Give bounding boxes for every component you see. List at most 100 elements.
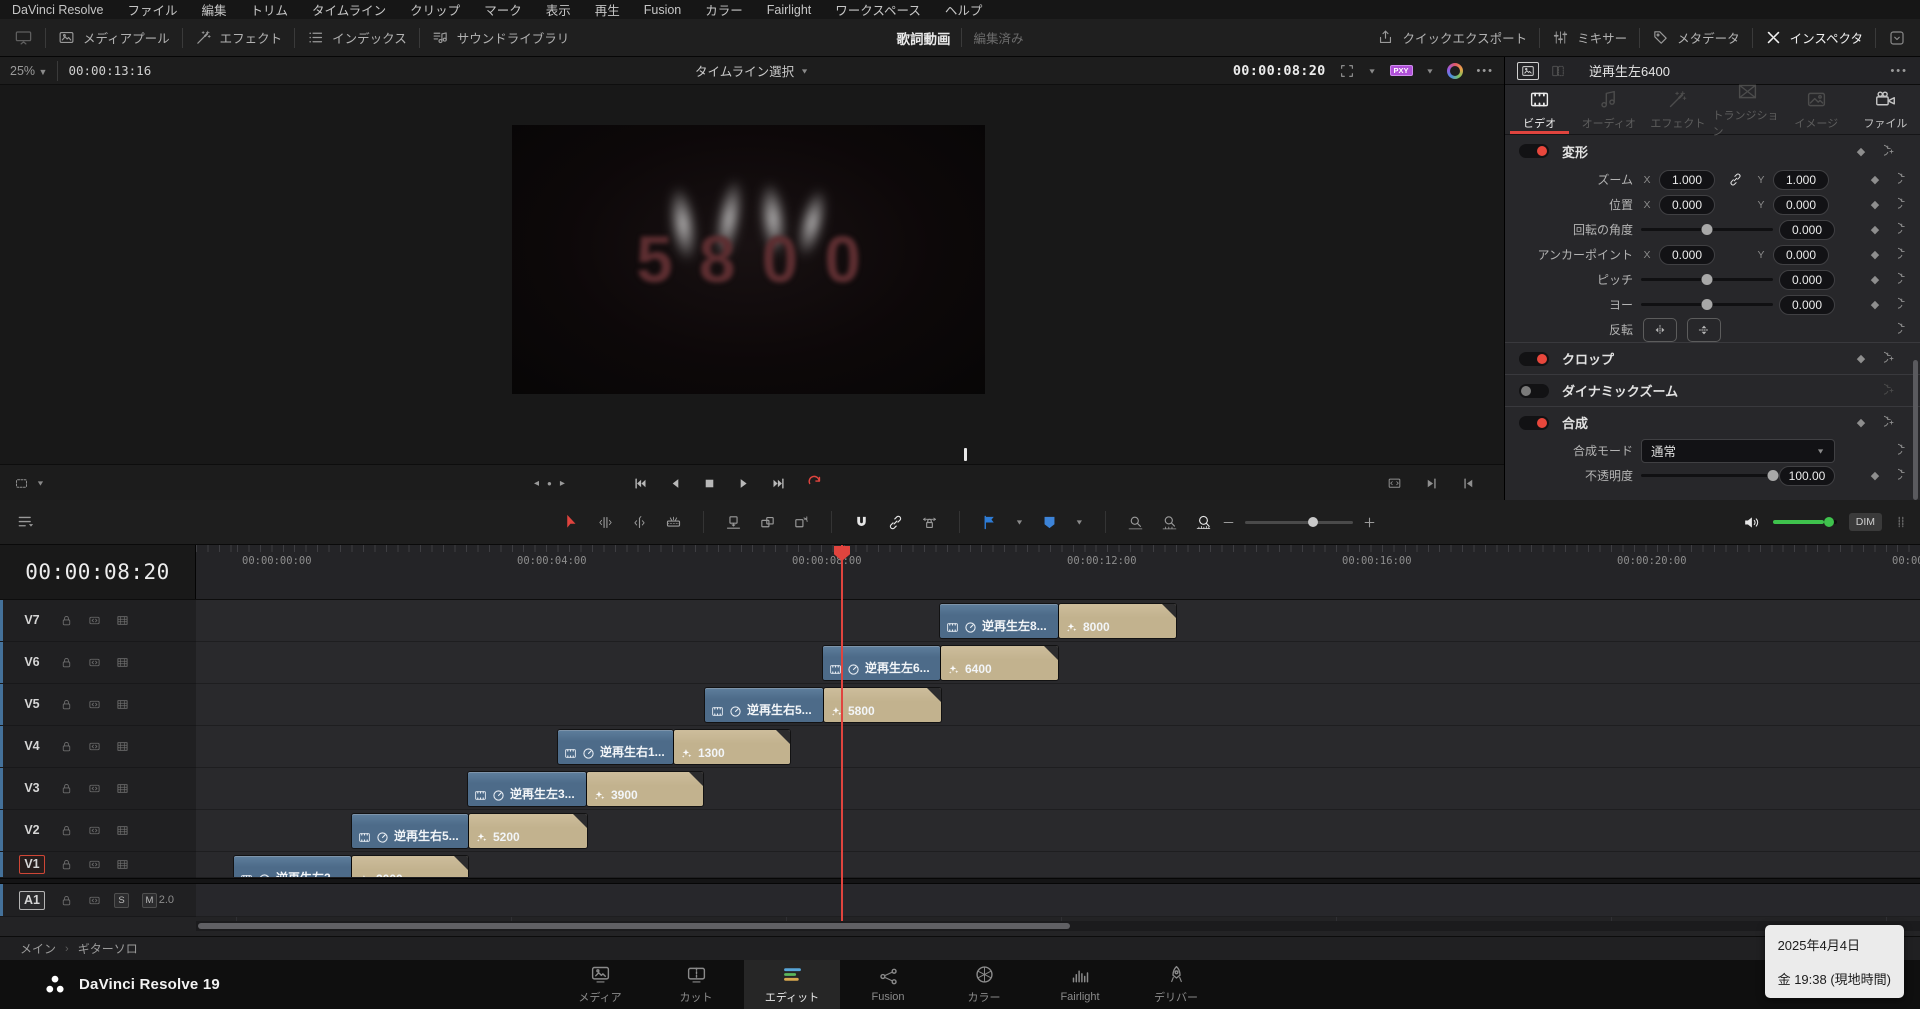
capture-playback-icon[interactable] <box>1888 29 1906 47</box>
value-field-y[interactable]: 0.000 <box>1773 245 1829 265</box>
custom-zoom-icon[interactable] <box>1195 514 1212 531</box>
zoom-in-icon[interactable] <box>1363 516 1376 529</box>
timeline-inspector-toggle[interactable] <box>1547 62 1569 80</box>
section-toggle[interactable] <box>1519 416 1549 430</box>
dual-screen-icon[interactable] <box>14 28 33 47</box>
trim-edit-mode-icon[interactable] <box>597 514 614 531</box>
detail-zoom-icon[interactable] <box>1161 514 1178 531</box>
play-reverse-icon[interactable] <box>668 476 683 491</box>
track-name-V2[interactable]: V2 <box>19 822 45 839</box>
track-lane-A1[interactable] <box>196 884 1920 917</box>
stop-icon[interactable] <box>703 477 716 490</box>
value-field-y[interactable]: 1.000 <box>1773 170 1829 190</box>
keyframe-diamond-icon[interactable]: ◆ <box>1846 416 1876 429</box>
chevron-down-icon[interactable]: ▼ <box>1075 518 1084 526</box>
page-tab-Fairlight[interactable]: Fairlight <box>1032 960 1128 1009</box>
chevron-down-icon[interactable]: ▼ <box>36 479 45 487</box>
playhead-line[interactable] <box>841 545 843 921</box>
track-name-V5[interactable]: V5 <box>19 696 45 713</box>
track-lane-V7[interactable]: 逆再生左8...8000 <box>196 600 1920 642</box>
scrollbar-thumb[interactable] <box>198 923 1070 929</box>
menu-item[interactable]: 編集 <box>202 0 227 19</box>
next-edit-icon[interactable] <box>1424 476 1439 491</box>
timeline-ruler[interactable]: 00:00:08:20 00:00:00:0000:00:04:0000:00:… <box>0 545 1920 600</box>
reset-button[interactable] <box>1876 415 1906 430</box>
track-view-icon[interactable] <box>116 614 129 627</box>
track-lock-icon[interactable] <box>60 614 73 627</box>
menu-item[interactable]: 再生 <box>595 0 620 19</box>
breadcrumb-item[interactable]: ギターソロ <box>78 940 138 957</box>
section-toggle[interactable] <box>1519 144 1549 158</box>
panel-grip-icon[interactable] <box>1894 515 1908 529</box>
fusion-clip-1300[interactable]: 1300 <box>674 730 790 764</box>
flag-icon[interactable] <box>981 514 998 531</box>
mute-button[interactable]: M <box>142 893 157 908</box>
toolbar-button-effects[interactable]: エフェクト <box>195 28 283 47</box>
menu-item[interactable]: マーク <box>484 0 522 19</box>
track-lock-icon[interactable] <box>60 656 73 669</box>
reset-button[interactable] <box>1890 247 1920 262</box>
track-lock-icon[interactable] <box>60 824 73 837</box>
keyframe-diamond-icon[interactable]: ◆ <box>1846 145 1876 158</box>
toolbar-button-quick-export[interactable]: クイックエクスポート <box>1377 28 1527 47</box>
toolbar-button-metadata[interactable]: メタデータ <box>1652 28 1740 47</box>
menu-item[interactable]: ヘルプ <box>945 0 983 19</box>
dynamic-trim-mode-icon[interactable] <box>631 514 648 531</box>
match-frame-icon[interactable] <box>1387 476 1402 491</box>
monitor-volume-slider[interactable] <box>1773 520 1837 524</box>
video-clip-逆再生右5...[interactable]: 逆再生右5... <box>352 814 468 848</box>
play-icon[interactable] <box>736 476 751 491</box>
tab-イメージ[interactable]: イメージ <box>1782 85 1851 134</box>
reset-button[interactable] <box>1890 172 1920 187</box>
blade-edit-mode-icon[interactable] <box>665 514 682 531</box>
reset-button[interactable] <box>1890 297 1920 312</box>
timeline-options-icon[interactable] <box>16 512 36 532</box>
snapping-icon[interactable] <box>853 514 870 531</box>
overwrite-clip-icon[interactable] <box>759 514 776 531</box>
menu-item[interactable]: 表示 <box>546 0 571 19</box>
page-tab-カラー[interactable]: カラー <box>936 960 1032 1009</box>
keyframe-diamond-icon[interactable]: ◆ <box>1846 352 1876 365</box>
value-field-x[interactable]: 0.000 <box>1659 245 1715 265</box>
menu-item[interactable]: カラー <box>705 0 743 19</box>
flip-vertical-button[interactable] <box>1687 318 1721 342</box>
menu-item[interactable]: ファイル <box>127 0 177 19</box>
tab-エフェクト[interactable]: エフェクト <box>1643 85 1712 134</box>
track-name-V3[interactable]: V3 <box>19 780 45 797</box>
menu-item[interactable]: DaVinci Resolve <box>12 3 103 17</box>
keyframe-diamond-icon[interactable]: ◆ <box>1860 248 1890 261</box>
auto-select-icon[interactable] <box>88 698 101 711</box>
timeline-horizontal-scrollbar[interactable] <box>196 921 1920 931</box>
fusion-clip-2000[interactable]: 2000 <box>352 856 468 878</box>
timeline-selector[interactable]: タイムライン選択▼ <box>0 61 1504 80</box>
auto-select-icon[interactable] <box>88 782 101 795</box>
video-clip-逆再生右5...[interactable]: 逆再生右5... <box>705 688 823 722</box>
chevron-down-icon[interactable]: ▼ <box>1426 67 1435 75</box>
last-frame-icon[interactable] <box>771 476 786 491</box>
track-view-icon[interactable] <box>116 782 129 795</box>
reset-button[interactable] <box>1890 222 1920 237</box>
track-lock-icon[interactable] <box>60 740 73 753</box>
slider-thumb[interactable] <box>1702 224 1713 235</box>
page-tab-メディア[interactable]: メディア <box>552 960 648 1009</box>
menu-item[interactable]: クリップ <box>410 0 460 19</box>
tab-ファイル[interactable]: ファイル <box>1851 85 1920 134</box>
position-lock-icon[interactable] <box>921 514 938 531</box>
track-view-icon[interactable] <box>116 698 129 711</box>
param-slider[interactable] <box>1641 278 1773 281</box>
track-lock-icon[interactable] <box>60 894 73 907</box>
track-view-icon[interactable] <box>116 858 129 871</box>
value-field-x[interactable]: 1.000 <box>1659 170 1715 190</box>
first-frame-icon[interactable] <box>633 476 648 491</box>
track-name-A1[interactable]: A1 <box>19 891 45 910</box>
toolbar-button-sound-library[interactable]: サウンドライブラリ <box>432 28 570 47</box>
track-view-icon[interactable] <box>116 824 129 837</box>
slider-thumb[interactable] <box>1768 470 1779 481</box>
keyframe-diamond-icon[interactable]: ◆ <box>1860 173 1890 186</box>
slider-thumb[interactable] <box>1702 299 1713 310</box>
track-lock-icon[interactable] <box>60 782 73 795</box>
track-name-V1[interactable]: V1 <box>19 855 45 874</box>
flip-horizontal-button[interactable] <box>1643 318 1677 342</box>
viewer-scrub-bar[interactable] <box>0 446 1504 464</box>
value-field-x[interactable]: 0.000 <box>1659 195 1715 215</box>
